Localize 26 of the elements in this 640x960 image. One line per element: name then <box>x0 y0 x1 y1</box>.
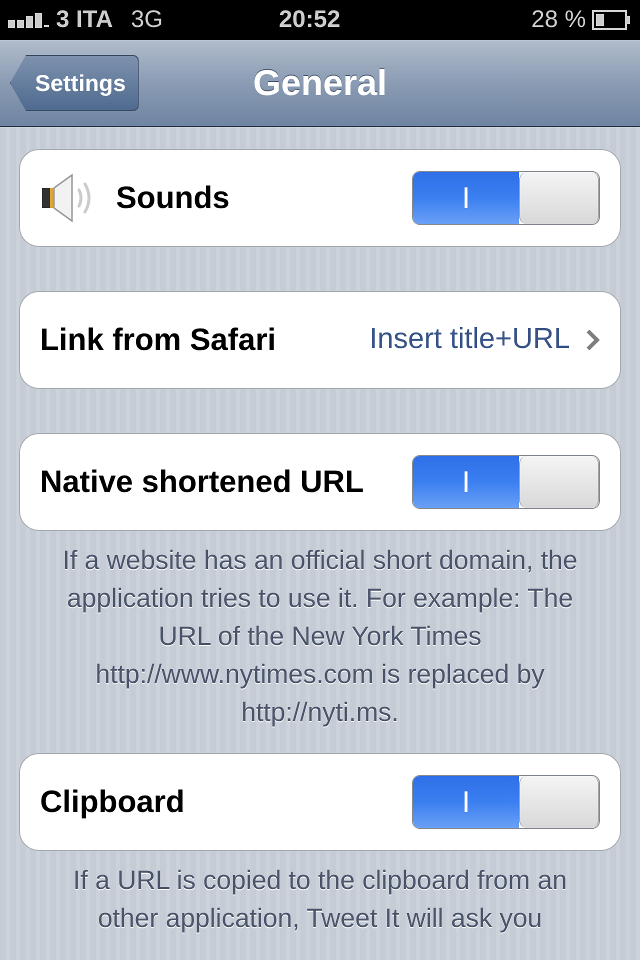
toggle-switch[interactable]: I <box>412 455 600 509</box>
page-title: General <box>252 61 388 105</box>
switch-on-label: I <box>462 784 470 820</box>
row-label: Link from Safari <box>40 320 276 359</box>
battery-text: 28 % <box>531 5 586 35</box>
row-label: Sounds <box>116 178 230 217</box>
switch-on-label: I <box>462 180 470 216</box>
toggle-switch[interactable]: I <box>412 171 600 225</box>
switch-on-label: I <box>462 464 470 500</box>
signal-icon <box>8 12 50 28</box>
settings-row[interactable]: Sounds I <box>19 149 621 247</box>
row-label: Clipboard <box>40 782 185 821</box>
settings-row[interactable]: Clipboard I <box>19 753 621 851</box>
settings-row[interactable]: Native shortened URL I <box>19 433 621 531</box>
toggle-switch[interactable]: I <box>412 775 600 829</box>
settings-row[interactable]: Link from Safari Insert title+URL <box>19 291 621 389</box>
section-footer: If a website has an official short domain, the application tries to use it. For example: The URL of the New York Times http://www.nytimes.com is replaced by http://nyti.ms. <box>19 531 621 731</box>
network-text: 3G <box>130 5 163 35</box>
row-value: Insert title+URL <box>369 322 570 358</box>
row-label: Native shortened URL <box>40 462 364 501</box>
clock-text: 20:52 <box>278 5 340 35</box>
section-footer: If a URL is copied to the clipboard from an other application, Tweet It will ask you <box>19 851 621 937</box>
back-button[interactable]: Settings <box>10 55 139 111</box>
chevron-icon <box>586 329 600 351</box>
carrier-text: 3 ITA <box>56 5 113 35</box>
battery-icon <box>592 10 632 30</box>
